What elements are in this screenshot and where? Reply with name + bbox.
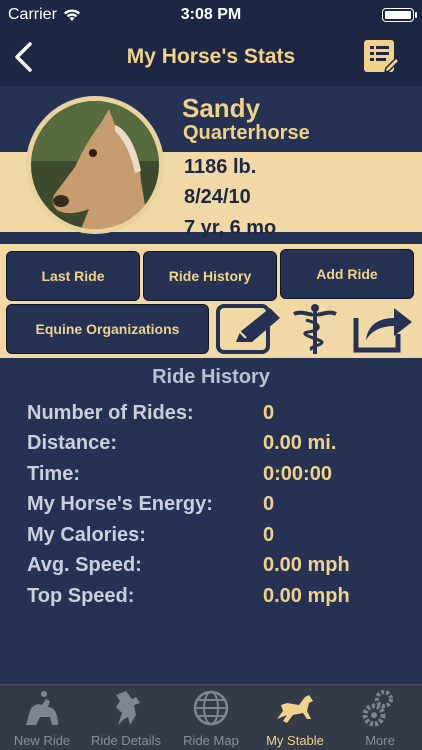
tab-label: New Ride [13, 733, 71, 748]
tab-bar: New Ride Ride Details Ride Map My Stable… [0, 684, 422, 750]
stat-value: 0 [263, 524, 275, 546]
stat-label: My Horse's Energy: [27, 493, 213, 515]
section-title: Ride History [152, 366, 270, 388]
status-bar: Carrier 3:08 PM [0, 0, 422, 30]
status-time: 3:08 PM [180, 6, 242, 23]
gears-icon [362, 690, 393, 727]
ride-history-button[interactable]: Ride History [143, 251, 277, 301]
tab-ride-map[interactable]: Ride Map [169, 685, 253, 750]
stat-value: 0 [263, 402, 275, 424]
stat-value: 0.00 mi. [263, 432, 337, 454]
ride-history-section: Ride History [0, 360, 422, 389]
stat-label: My Calories: [27, 524, 146, 546]
stat-value: 0.00 mph [263, 585, 350, 607]
page-title: My Horse's Stats [126, 45, 296, 68]
tab-label: Ride Map [183, 733, 239, 748]
share-icon[interactable] [352, 304, 414, 354]
globe-icon [193, 690, 229, 726]
horse-name: Sandy [182, 93, 261, 123]
tab-label: More [365, 733, 395, 748]
stat-label: Number of Rides: [27, 402, 194, 424]
stat-value: 0.00 mph [263, 554, 350, 576]
action-buttons: Last Ride Ride History Add Ride Equine O… [0, 246, 422, 358]
edit-icon[interactable] [216, 304, 284, 354]
last-ride-button[interactable]: Last Ride [6, 251, 140, 301]
tab-ride-details[interactable]: Ride Details [84, 685, 168, 750]
stat-label: Top Speed: [27, 585, 135, 607]
horse-photo [26, 96, 164, 234]
add-ride-button[interactable]: Add Ride [280, 249, 414, 299]
horse-age: 7 yr, 6 mo [184, 217, 277, 239]
tab-my-stable[interactable]: My Stable [253, 685, 337, 750]
tab-label: My Stable [266, 733, 324, 748]
horse-breed: Quarterhorse [183, 122, 310, 144]
battery-icon [382, 8, 417, 22]
horse-weight: 1186 lb. [184, 156, 257, 178]
notes-edit-icon[interactable] [362, 38, 400, 76]
tab-label: Ride Details [90, 733, 162, 748]
rearing-horse-icon [116, 691, 140, 725]
stat-value: 0:00:00 [263, 463, 332, 485]
rider-icon [26, 691, 58, 725]
stat-value: 0 [263, 493, 275, 515]
stat-label: Time: [27, 463, 80, 485]
caduceus-icon[interactable] [292, 302, 338, 356]
galloping-horse-icon [277, 695, 313, 723]
navigation-bar: My Horse's Stats [0, 30, 422, 86]
tab-new-ride[interactable]: New Ride [0, 685, 84, 750]
horse-profile: Sandy Quarterhorse 1186 lb. 8/24/10 7 yr… [0, 86, 422, 244]
equine-organizations-button[interactable]: Equine Organizations [6, 304, 209, 354]
horse-birthdate: 8/24/10 [184, 186, 251, 208]
stat-label: Distance: [27, 432, 118, 454]
tab-more[interactable]: More [338, 685, 422, 750]
stat-label: Avg. Speed: [27, 554, 142, 576]
